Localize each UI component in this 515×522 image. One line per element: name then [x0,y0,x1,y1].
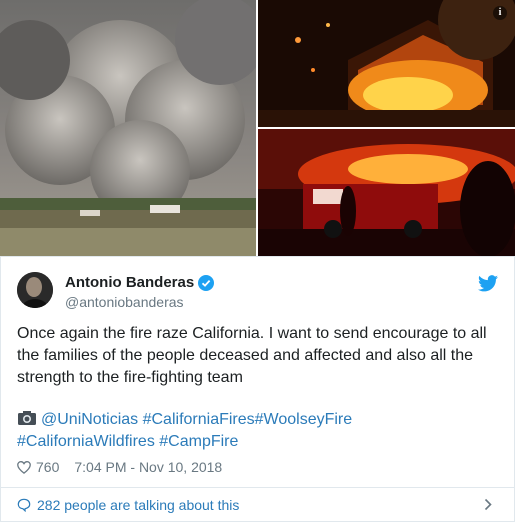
photo-fire-truck[interactable] [258,129,515,256]
conversation-count-label[interactable]: 282 people are talking about this [37,497,239,513]
embedded-tweet[interactable]: Antonio Banderas @antoniobanderas Once a… [0,256,515,522]
tags-line-1[interactable]: @UniNoticias #CaliforniaFires#WoolseyFir… [41,411,352,428]
verified-badge-icon [198,274,215,291]
speech-bubble-icon [17,498,31,512]
camera-icon [18,411,36,425]
heart-icon[interactable] [17,460,31,474]
chevron-right-icon[interactable] [484,498,492,511]
twitter-bird-icon[interactable] [478,275,498,292]
info-icon[interactable]: i [493,6,507,20]
tweet-text: Once again the fire raze California. I w… [17,325,487,386]
tweet-hashtags: @UniNoticias #CaliforniaFires#WoolseyFir… [17,409,502,453]
tweet-meta: 760 7:04 PM - Nov 10, 2018 [17,459,222,475]
author-name-row[interactable]: Antonio Banderas [65,274,215,291]
photo-burning-house[interactable]: i [258,0,515,127]
avatar[interactable] [17,272,53,308]
like-count[interactable]: 760 [36,459,59,475]
author-name[interactable]: Antonio Banderas [65,274,194,291]
tweet-timestamp[interactable]: 7:04 PM - Nov 10, 2018 [74,459,222,475]
conversation-link[interactable]: 282 people are talking about this [1,487,514,522]
tweet-media[interactable]: i [0,0,515,256]
tags-line-2[interactable]: #CaliforniaWildfires #CampFire [17,433,238,450]
author-handle[interactable]: @antoniobanderas [65,294,184,310]
photo-smoke-cloud[interactable] [0,0,256,256]
